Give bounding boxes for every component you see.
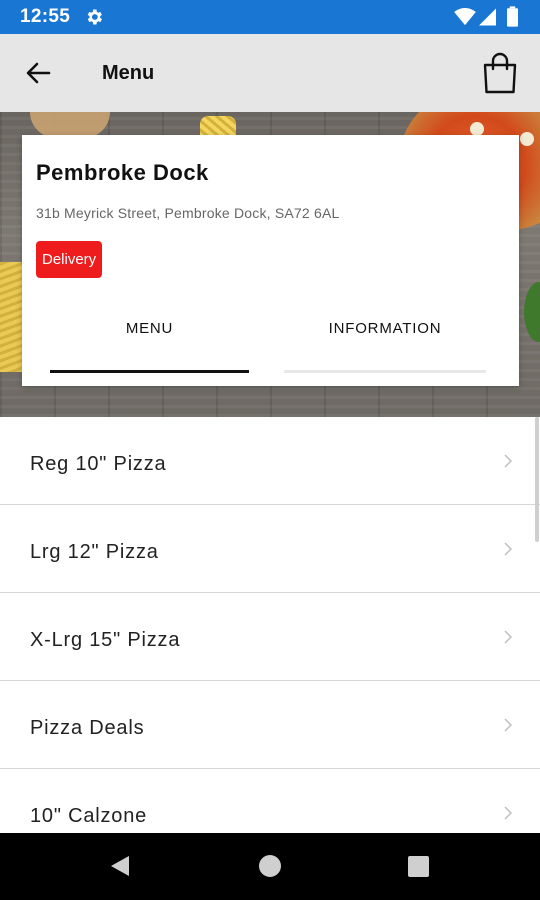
scrollbar[interactable] [535,417,539,542]
store-name: Pembroke Dock [36,160,209,185]
chevron-right-icon [504,454,513,468]
category-item[interactable]: 10" Calzone [0,769,540,833]
battery-icon [507,6,518,27]
tab-menu[interactable]: MENU [50,320,249,337]
category-label: Reg 10" Pizza [30,453,167,475]
category-list: Reg 10" Pizza Lrg 12" Pizza X-Lrg 15" Pi… [0,417,540,833]
category-item[interactable]: Pizza Deals [0,681,540,769]
category-item[interactable]: Reg 10" Pizza [0,417,540,505]
chevron-right-icon [504,542,513,556]
back-triangle-icon[interactable] [109,855,131,877]
chevron-right-icon [504,806,513,820]
store-address: 31b Meyrick Street, Pembroke Dock, SA72 … [36,205,340,221]
herb-decoration [524,282,540,342]
shopping-bag-icon [483,52,517,94]
category-label: X-Lrg 15" Pizza [30,629,181,651]
page-title: Menu [102,62,155,84]
tab-information[interactable]: INFORMATION [284,320,486,337]
home-circle-icon[interactable] [259,855,281,877]
chevron-right-icon [504,630,513,644]
recents-square-icon[interactable] [408,856,429,877]
category-label: 10" Calzone [30,805,148,827]
wifi-icon [454,8,476,26]
gear-icon [87,9,102,25]
category-item[interactable]: Lrg 12" Pizza [0,505,540,593]
tab-indicator-inactive [284,370,486,373]
chevron-right-icon [504,718,513,732]
status-time: 12:55 [20,6,71,27]
category-item[interactable]: X-Lrg 15" Pizza [0,593,540,681]
tab-indicator-active [50,370,249,373]
back-button[interactable] [22,58,54,88]
status-bar: 12:55 [0,0,540,34]
signal-icon [479,8,496,26]
arrow-left-icon [26,62,51,84]
cart-button[interactable] [482,52,518,94]
category-label: Pizza Deals [30,717,145,739]
system-nav-bar [0,833,540,900]
delivery-badge: Delivery [36,241,103,278]
category-label: Lrg 12" Pizza [30,541,159,563]
store-card: Pembroke Dock 31b Meyrick Street, Pembro… [22,135,519,386]
app-bar: Menu [0,34,540,112]
